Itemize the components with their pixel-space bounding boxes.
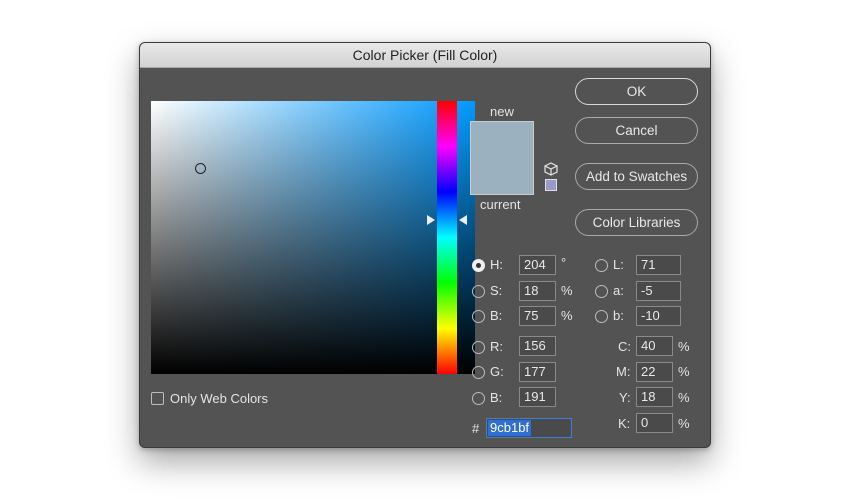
g-label: G: — [490, 364, 504, 379]
k-label: K: — [618, 416, 631, 431]
y-label: Y: — [619, 390, 631, 405]
hue-slider-right-arrow-icon[interactable] — [459, 215, 467, 225]
only-web-colors-checkbox[interactable] — [151, 392, 164, 405]
s-unit: % — [561, 283, 573, 298]
a-radio[interactable] — [595, 285, 608, 298]
hue-slider[interactable] — [437, 101, 457, 374]
add-to-swatches-button[interactable]: Add to Swatches — [575, 163, 698, 190]
c-label: C: — [618, 339, 631, 354]
g-input[interactable]: 177 — [519, 362, 556, 382]
color-field[interactable] — [151, 101, 475, 374]
color-libraries-button[interactable]: Color Libraries — [575, 209, 698, 236]
hex-label: # — [472, 421, 480, 436]
only-web-colors-label[interactable]: Only Web Colors — [170, 391, 268, 406]
g-radio[interactable] — [472, 366, 485, 379]
h-input[interactable]: 204 — [519, 255, 556, 275]
h-radio[interactable] — [472, 259, 485, 272]
web-safe-swatch[interactable] — [545, 179, 557, 191]
c-input[interactable]: 40 — [636, 336, 673, 356]
l-input[interactable]: 71 — [636, 255, 681, 275]
l-radio[interactable] — [595, 259, 608, 272]
ok-button[interactable]: OK — [575, 78, 698, 105]
h-unit: ° — [561, 255, 567, 270]
r-input[interactable]: 156 — [519, 336, 556, 356]
k-unit: % — [678, 416, 690, 431]
c-unit: % — [678, 339, 690, 354]
a-label: a: — [613, 283, 624, 298]
m-unit: % — [678, 364, 690, 379]
r-radio[interactable] — [472, 341, 485, 354]
rgb-b-radio[interactable] — [472, 392, 485, 405]
r-label: R: — [490, 339, 503, 354]
window-title: Color Picker (Fill Color) — [140, 43, 710, 68]
b-radio[interactable] — [472, 310, 485, 323]
hex-value: 9cb1bf — [488, 420, 532, 436]
new-color-swatch — [470, 121, 534, 195]
hex-input[interactable]: 9cb1bf — [486, 418, 572, 438]
cancel-button[interactable]: Cancel — [575, 117, 698, 144]
lab-b-input[interactable]: -10 — [636, 306, 681, 326]
b-label: B: — [490, 308, 503, 323]
k-input[interactable]: 0 — [636, 413, 673, 433]
y-input[interactable]: 18 — [636, 387, 673, 407]
m-label: M: — [616, 364, 631, 379]
m-input[interactable]: 22 — [636, 362, 673, 382]
cube-icon[interactable] — [544, 162, 558, 176]
rgb-b-input[interactable]: 191 — [519, 387, 556, 407]
b-unit: % — [561, 308, 573, 323]
h-label: H: — [490, 257, 503, 272]
lab-b-radio[interactable] — [595, 310, 608, 323]
s-radio[interactable] — [472, 285, 485, 298]
hue-slider-left-arrow-icon[interactable] — [427, 215, 435, 225]
y-unit: % — [678, 390, 690, 405]
rgb-b-label: B: — [490, 390, 503, 405]
b-input[interactable]: 75 — [519, 306, 556, 326]
s-label: S: — [490, 283, 503, 298]
current-label: current — [480, 197, 521, 212]
a-input[interactable]: -5 — [636, 281, 681, 301]
l-label: L: — [613, 257, 624, 272]
new-label: new — [490, 104, 514, 119]
color-field-picker[interactable] — [195, 163, 206, 174]
color-picker-dialog: Color Picker (Fill Color) new current OK… — [139, 42, 711, 448]
lab-b-label: b: — [613, 308, 624, 323]
s-input[interactable]: 18 — [519, 281, 556, 301]
